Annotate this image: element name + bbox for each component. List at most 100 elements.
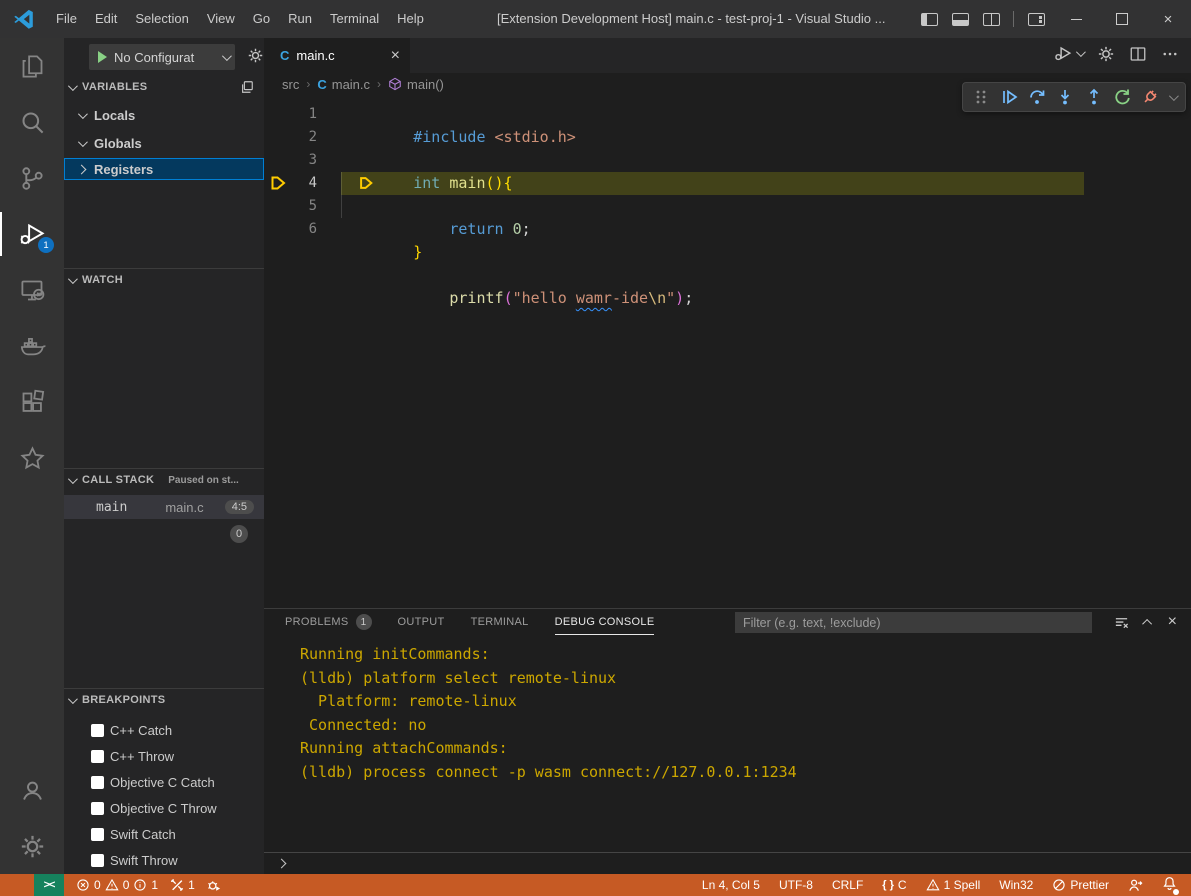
breakpoint-label: Swift Throw (110, 853, 178, 868)
formatter-status[interactable]: Prettier (1052, 878, 1109, 892)
call-stack-header[interactable]: CALL STACK Paused on st... (64, 469, 264, 491)
toggle-panel-icon[interactable] (952, 13, 969, 26)
explorer-icon[interactable] (0, 38, 64, 94)
accounts-icon[interactable] (0, 762, 64, 818)
feedback-person-icon[interactable] (1128, 878, 1143, 893)
launch-configuration-dropdown[interactable]: No Configurat (89, 44, 235, 70)
spell-checker-status[interactable]: 1 Spell (926, 878, 981, 892)
chevron-down-icon[interactable] (1169, 91, 1179, 101)
menu-selection[interactable]: Selection (126, 0, 197, 38)
gear-icon[interactable] (1097, 45, 1115, 63)
star-icon[interactable] (0, 430, 64, 486)
step-over-icon[interactable] (1028, 88, 1046, 106)
maximize-button[interactable] (1099, 0, 1145, 38)
restart-icon[interactable] (1113, 88, 1131, 106)
watch-header[interactable]: WATCH (64, 269, 264, 291)
debug-settings-gear-icon[interactable] (247, 47, 264, 67)
breakpoint-row[interactable]: Objective C Catch (64, 769, 264, 795)
extensions-icon[interactable] (0, 374, 64, 430)
breakpoint-label: C++ Catch (110, 723, 172, 738)
tab-debug-console[interactable]: DEBUG CONSOLE (555, 609, 655, 635)
search-icon[interactable] (0, 94, 64, 150)
breakpoint-row[interactable]: Objective C Throw (64, 795, 264, 821)
checkbox-unchecked[interactable] (91, 854, 104, 867)
code-editor[interactable]: 1#include <stdio.h> 2 3int main(){ 4 pri… (264, 95, 1191, 241)
minimize-button[interactable] (1053, 0, 1099, 38)
code-line-2: 2 (264, 126, 1191, 149)
debug-console-input[interactable] (264, 852, 1191, 874)
close-panel-icon[interactable]: × (1168, 613, 1177, 631)
menu-help[interactable]: Help (388, 0, 433, 38)
source-control-icon[interactable] (0, 150, 64, 206)
run-debug-action-icon[interactable] (1054, 44, 1083, 63)
clear-console-icon[interactable] (1114, 615, 1129, 630)
menu-run[interactable]: Run (279, 0, 321, 38)
customize-layout-icon[interactable] (1028, 13, 1045, 26)
token-brace: } (413, 243, 422, 261)
token-string: "hello (513, 289, 576, 307)
cursor-position[interactable]: Ln 4, Col 5 (702, 878, 760, 892)
tab-terminal[interactable]: TERMINAL (471, 609, 529, 635)
disconnect-icon[interactable] (1141, 88, 1159, 106)
split-editor-icon[interactable] (1129, 45, 1147, 63)
step-out-icon[interactable] (1085, 88, 1103, 106)
notifications-bell[interactable] (1162, 876, 1177, 894)
toggle-secondary-sidebar-icon[interactable] (983, 13, 1000, 26)
checkbox-unchecked[interactable] (91, 750, 104, 763)
remote-explorer-icon[interactable] (0, 262, 64, 318)
checkbox-unchecked[interactable] (91, 724, 104, 737)
vscode-window: File Edit Selection View Go Run Terminal… (0, 0, 1191, 896)
close-button[interactable]: × (1145, 0, 1191, 38)
settings-gear-icon[interactable] (0, 818, 64, 874)
debug-status-icon-item[interactable] (207, 878, 221, 892)
debug-stackframe-arrow-icon[interactable] (269, 174, 287, 192)
bottom-panel: PROBLEMS 1 OUTPUT TERMINAL DEBUG CONSOLE… (264, 608, 1191, 874)
debug-toolbar (962, 82, 1186, 112)
variables-locals-row[interactable]: Locals (64, 104, 264, 126)
variables-globals-row[interactable]: Globals (64, 132, 264, 154)
checkbox-unchecked[interactable] (91, 828, 104, 841)
variables-header[interactable]: VARIABLES (64, 76, 264, 98)
toggle-sidebar-icon[interactable] (921, 13, 938, 26)
breakpoint-row[interactable]: Swift Throw (64, 847, 264, 873)
problems-status[interactable]: 0 0 1 (76, 878, 158, 892)
remote-indicator[interactable]: >< (34, 874, 64, 896)
breadcrumb-file[interactable]: main.c (332, 77, 370, 92)
menu-view[interactable]: View (198, 0, 244, 38)
breadcrumb-symbol[interactable]: main() (407, 77, 444, 92)
variables-registers-row[interactable]: Registers (64, 158, 264, 180)
eol-indicator[interactable]: CRLF (832, 878, 863, 892)
platform-indicator[interactable]: Win32 (999, 878, 1033, 892)
docker-icon[interactable] (0, 318, 64, 374)
tab-close-icon[interactable]: × (391, 48, 400, 64)
menu-edit[interactable]: Edit (86, 0, 126, 38)
menu-terminal[interactable]: Terminal (321, 0, 388, 38)
checkbox-unchecked[interactable] (91, 802, 104, 815)
tab-problems[interactable]: PROBLEMS 1 (285, 609, 372, 635)
breakpoint-row[interactable]: C++ Throw (64, 743, 264, 769)
breakpoints-header[interactable]: BREAKPOINTS (64, 689, 264, 711)
run-and-debug-icon[interactable]: 1 (0, 206, 64, 262)
menu-file[interactable]: File (47, 0, 86, 38)
maximize-panel-icon[interactable] (1142, 618, 1152, 628)
checkbox-unchecked[interactable] (91, 776, 104, 789)
chevron-down-icon (68, 274, 78, 284)
continue-icon[interactable] (1000, 88, 1018, 106)
menu-go[interactable]: Go (244, 0, 279, 38)
language-mode[interactable]: { } C (882, 878, 906, 892)
breadcrumb-folder[interactable]: src (282, 77, 299, 92)
breakpoint-row[interactable]: Swift Catch (64, 821, 264, 847)
stack-frame-row[interactable]: main main.c 4:5 (64, 495, 264, 519)
start-debug-icon[interactable] (98, 51, 107, 63)
error-icon (76, 878, 90, 892)
encoding-indicator[interactable]: UTF-8 (779, 878, 813, 892)
breakpoint-row[interactable]: C++ Catch (64, 717, 264, 743)
panes-icon[interactable] (240, 80, 254, 94)
tasks-status[interactable]: 1 (170, 878, 195, 892)
step-into-icon[interactable] (1056, 88, 1074, 106)
drag-grip-icon[interactable] (972, 88, 990, 106)
tab-main-c[interactable]: C main.c × (264, 38, 410, 73)
tab-output[interactable]: OUTPUT (398, 609, 445, 635)
more-actions-icon[interactable] (1161, 45, 1179, 63)
console-filter-input[interactable] (735, 612, 1092, 633)
